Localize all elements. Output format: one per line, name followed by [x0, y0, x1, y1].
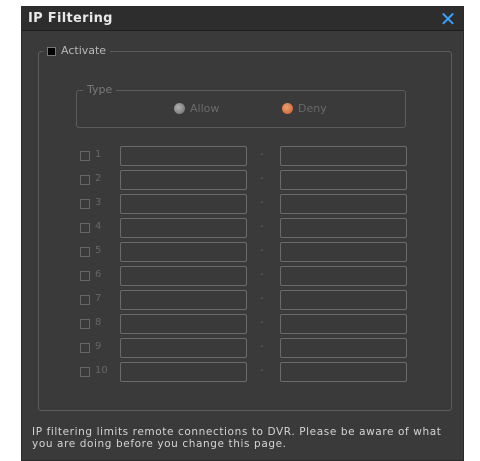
- range-number: 4: [95, 221, 102, 232]
- range-checkbox[interactable]: [80, 295, 90, 305]
- range-checkbox[interactable]: [80, 367, 90, 377]
- range-dash: -: [260, 173, 264, 184]
- range-dash: -: [260, 245, 264, 256]
- type-group: Type Allow Deny: [76, 83, 406, 128]
- range-checkbox[interactable]: [80, 175, 90, 185]
- range-number: 8: [95, 317, 102, 328]
- dialog-title: IP Filtering: [28, 11, 113, 26]
- range-dash: -: [260, 197, 264, 208]
- range-row: 2 -: [39, 170, 451, 190]
- range-end-input[interactable]: [280, 338, 407, 358]
- range-row: 10 -: [39, 362, 451, 382]
- range-end-input[interactable]: [280, 290, 407, 310]
- range-row: 8 -: [39, 314, 451, 334]
- range-dash: -: [260, 149, 264, 160]
- range-start-input[interactable]: [120, 314, 247, 334]
- range-start-input[interactable]: [120, 218, 247, 238]
- range-checkbox[interactable]: [80, 271, 90, 281]
- range-end-input[interactable]: [280, 218, 407, 238]
- range-row: 9 -: [39, 338, 451, 358]
- range-dash: -: [260, 365, 264, 376]
- deny-radio[interactable]: Deny: [282, 102, 327, 115]
- allow-radio[interactable]: Allow: [174, 102, 219, 115]
- range-checkbox[interactable]: [80, 199, 90, 209]
- activate-checkbox[interactable]: [47, 46, 56, 56]
- allow-label: Allow: [190, 102, 220, 115]
- range-start-input[interactable]: [120, 242, 247, 262]
- range-checkbox[interactable]: [80, 319, 90, 329]
- activate-group: Activate Type Allow Deny 1 - 2 - 3 - 4 -…: [38, 44, 452, 411]
- range-row: 6 -: [39, 266, 451, 286]
- range-row: 4 -: [39, 218, 451, 238]
- type-legend: Type: [83, 83, 117, 97]
- range-number: 6: [95, 269, 102, 280]
- range-start-input[interactable]: [120, 194, 247, 214]
- range-checkbox[interactable]: [80, 343, 90, 353]
- range-checkbox[interactable]: [80, 151, 90, 161]
- range-start-input[interactable]: [120, 290, 247, 310]
- activate-label: Activate: [61, 44, 107, 57]
- range-checkbox[interactable]: [80, 247, 90, 257]
- range-number: 9: [95, 341, 102, 352]
- activate-legend: Activate: [43, 44, 111, 58]
- deny-label: Deny: [298, 102, 327, 115]
- range-end-input[interactable]: [280, 362, 407, 382]
- title-bar: IP Filtering ✕: [22, 7, 463, 31]
- range-row: 7 -: [39, 290, 451, 310]
- range-row: 1 -: [39, 146, 451, 166]
- range-dash: -: [260, 317, 264, 328]
- range-start-input[interactable]: [120, 338, 247, 358]
- deny-radio-dot: [282, 103, 293, 114]
- range-end-input[interactable]: [280, 194, 407, 214]
- range-end-input[interactable]: [280, 146, 407, 166]
- range-number: 5: [95, 245, 102, 256]
- range-dash: -: [260, 221, 264, 232]
- range-start-input[interactable]: [120, 362, 247, 382]
- range-number: 1: [95, 149, 102, 160]
- info-text: IP filtering limits remote connections t…: [32, 426, 442, 450]
- range-number: 2: [95, 173, 102, 184]
- range-end-input[interactable]: [280, 266, 407, 286]
- range-start-input[interactable]: [120, 146, 247, 166]
- range-end-input[interactable]: [280, 242, 407, 262]
- range-row: 5 -: [39, 242, 451, 262]
- range-end-input[interactable]: [280, 314, 407, 334]
- allow-radio-dot: [174, 103, 185, 114]
- range-checkbox[interactable]: [80, 223, 90, 233]
- close-icon[interactable]: ✕: [437, 8, 459, 30]
- range-number: 7: [95, 293, 102, 304]
- range-start-input[interactable]: [120, 266, 247, 286]
- range-row: 3 -: [39, 194, 451, 214]
- range-end-input[interactable]: [280, 170, 407, 190]
- range-dash: -: [260, 293, 264, 304]
- range-number: 10: [95, 365, 108, 376]
- range-dash: -: [260, 341, 264, 352]
- range-number: 3: [95, 197, 102, 208]
- ip-filtering-dialog: IP Filtering ✕ Activate Type Allow Deny …: [21, 6, 464, 461]
- range-dash: -: [260, 269, 264, 280]
- range-start-input[interactable]: [120, 170, 247, 190]
